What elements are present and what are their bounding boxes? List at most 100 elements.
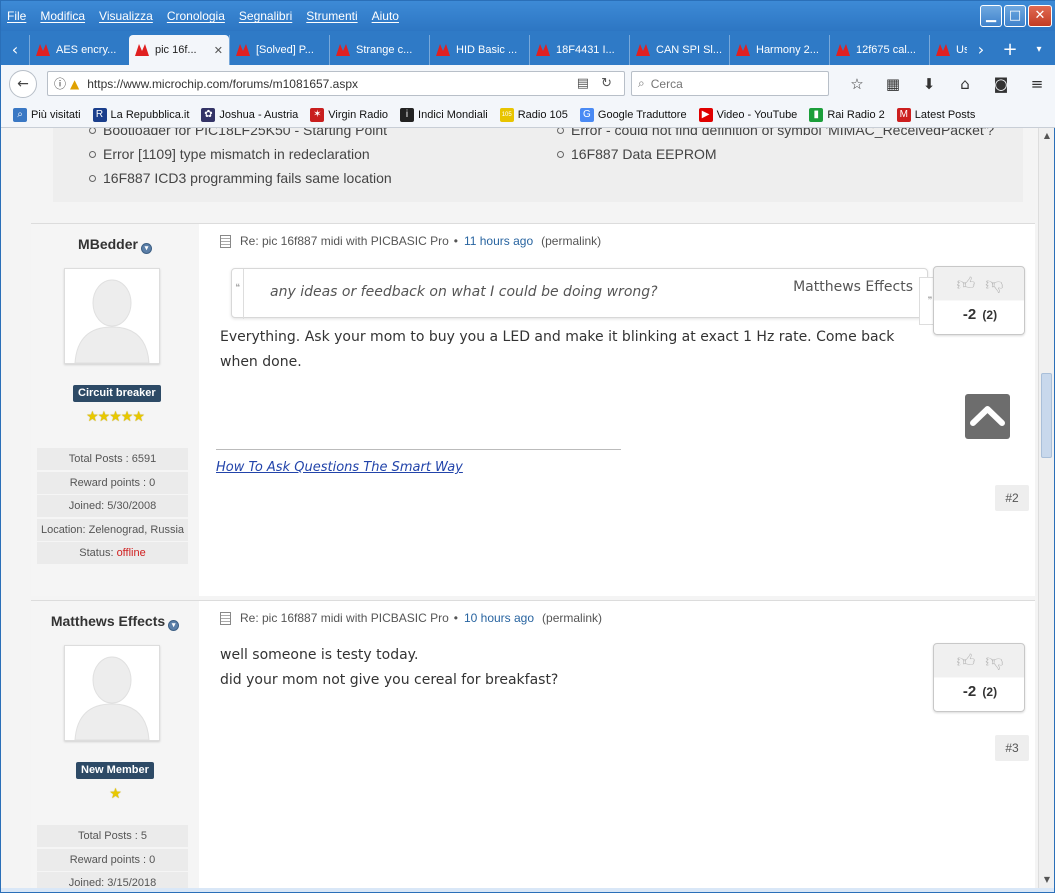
total-posts: Total Posts : 6591: [37, 448, 188, 470]
hamburger-menu-icon[interactable]: ≡: [1019, 73, 1055, 95]
tab-scroll-right-icon[interactable]: ›: [967, 35, 995, 65]
microchip-icon: [436, 44, 450, 56]
bookmark-item[interactable]: ✿ Joshua - Austria: [201, 108, 298, 122]
tab-us[interactable]: Us: [929, 35, 967, 65]
bookmark-item[interactable]: ✶ Virgin Radio: [310, 108, 388, 122]
signature-link[interactable]: How To Ask Questions The Smart Way: [216, 460, 463, 475]
avatar: [64, 645, 160, 741]
tab-close-icon[interactable]: ✕: [214, 44, 223, 57]
tab-pic16f[interactable]: pic 16f... ✕: [129, 35, 229, 65]
scroll-up-icon[interactable]: ▲: [1039, 128, 1055, 144]
author-menu-icon[interactable]: ▾: [168, 620, 180, 631]
search-box[interactable]: ⌕: [631, 71, 829, 96]
bookmark-item[interactable]: i Indici Mondiali: [400, 108, 488, 122]
menu-segnalibri[interactable]: Segnalibri: [239, 9, 292, 23]
radio105-icon: 105: [499, 108, 514, 122]
post-time[interactable]: 11 hours ago: [464, 234, 533, 248]
thumbs-down-icon[interactable]: 👎︎: [985, 650, 1003, 672]
menu-visualizza[interactable]: Visualizza: [99, 9, 153, 23]
library-icon[interactable]: ▦: [875, 73, 911, 95]
info-icon[interactable]: ⓘ: [54, 75, 66, 92]
forum-post: Matthews Effects ▾ New Member ★ Total Pos…: [31, 600, 1035, 888]
bookmark-item[interactable]: ⌕ Più visitati: [13, 108, 81, 122]
tab-scroll-left-icon[interactable]: ‹: [1, 35, 29, 65]
tab-solved[interactable]: [Solved] P...: [229, 35, 329, 65]
author-stats: Total Posts : 5 Reward points : 0 Joined…: [37, 825, 188, 888]
back-button[interactable]: ←: [9, 70, 37, 98]
tab-hid[interactable]: HID Basic ...: [429, 35, 529, 65]
tab-12f675[interactable]: 12f675 cal...: [829, 35, 929, 65]
related-topics: Bootloader for PIC18LF25K50 - Starting P…: [53, 128, 1023, 202]
microchip-icon: [936, 44, 950, 56]
tab-label: Strange c...: [356, 44, 413, 56]
menu-cronologia[interactable]: Cronologia: [167, 9, 225, 23]
page-content: Bootloader for PIC18LF25K50 - Starting P…: [1, 128, 1038, 888]
reader-view-icon[interactable]: ▤: [577, 76, 589, 91]
bookmark-star-icon[interactable]: ☆: [839, 73, 875, 95]
new-tab-button[interactable]: +: [995, 35, 1025, 65]
post-number[interactable]: #2: [995, 485, 1029, 511]
related-list-left: Bootloader for PIC18LF25K50 - Starting P…: [89, 128, 392, 190]
scroll-to-top-button[interactable]: [965, 394, 1010, 439]
related-link[interactable]: Error - could not find definition of sym…: [557, 128, 994, 142]
thumbs-up-icon[interactable]: 👍︎: [956, 650, 975, 672]
related-link[interactable]: Bootloader for PIC18LF25K50 - Starting P…: [89, 128, 392, 142]
menu-bar: File Modifica Visualizza Cronologia Segn…: [1, 1, 1055, 31]
tab-strange[interactable]: Strange c...: [329, 35, 429, 65]
related-link[interactable]: Error [1109] type mismatch in redeclarat…: [89, 142, 392, 166]
post-header: Re: pic 16f887 midi with PICBASIC Pro • …: [220, 234, 601, 248]
menu-modifica[interactable]: Modifica: [40, 9, 85, 23]
menu-file[interactable]: File: [7, 9, 26, 23]
download-icon[interactable]: ⬇: [911, 73, 947, 95]
related-link[interactable]: 16F887 ICD3 programming fails same locat…: [89, 166, 392, 190]
related-link[interactable]: 16F887 Data EEPROM: [557, 142, 994, 166]
author-name[interactable]: MBedder ▾: [31, 236, 199, 254]
browser-window: File Modifica Visualizza Cronologia Segn…: [0, 0, 1055, 893]
status: Status: offline: [37, 542, 188, 564]
permalink-link[interactable]: (permalink): [542, 611, 602, 625]
tab-can-spi[interactable]: CAN SPI Sl...: [629, 35, 729, 65]
thumbs-down-icon[interactable]: 👎︎: [985, 273, 1003, 295]
bookmark-item[interactable]: M Latest Posts: [896, 108, 975, 122]
search-input[interactable]: [650, 76, 811, 91]
search-icon: ⌕: [638, 76, 645, 90]
paw-icon: ✿: [201, 108, 216, 122]
inv-icon: i: [400, 108, 415, 122]
close-window-button[interactable]: ✕: [1028, 5, 1052, 27]
url-text[interactable]: https://www.microchip.com/forums/m108165…: [87, 77, 577, 91]
bookmark-item[interactable]: R La Repubblica.it: [92, 108, 189, 122]
scrollbar-thumb[interactable]: [1041, 373, 1052, 458]
menu-strumenti[interactable]: Strumenti: [306, 9, 357, 23]
permalink-link[interactable]: (permalink): [541, 234, 601, 248]
tab-aes[interactable]: AES encry...: [29, 35, 129, 65]
rank-badge: New Member: [76, 762, 154, 779]
bookmark-item[interactable]: 105 Radio 105: [499, 108, 568, 122]
tab-18f4431[interactable]: 18F4431 I...: [529, 35, 629, 65]
pocket-icon[interactable]: ◙: [983, 73, 1019, 95]
tab-harmony[interactable]: Harmony 2...: [729, 35, 829, 65]
microchip-icon: [536, 44, 550, 56]
bookmark-item[interactable]: ▶ Video - YouTube: [698, 108, 797, 122]
scroll-down-icon[interactable]: ▼: [1039, 872, 1055, 888]
bookmark-item[interactable]: ▮ Rai Radio 2: [809, 108, 885, 122]
bookmark-label: Più visitati: [31, 109, 81, 121]
minimize-button[interactable]: ▁: [980, 5, 1002, 27]
post-number[interactable]: #3: [995, 735, 1029, 761]
microchip-icon: [36, 44, 50, 56]
bookmark-item[interactable]: G Google Traduttore: [579, 108, 687, 122]
rating-stars: ★★★★★: [86, 409, 145, 425]
author-name[interactable]: Matthews Effects ▾: [31, 613, 199, 631]
signature-divider: [216, 449, 621, 450]
post-time[interactable]: 10 hours ago: [464, 611, 534, 625]
maximize-button[interactable]: □: [1004, 5, 1026, 27]
address-bar[interactable]: ⓘ ▲ https://www.microchip.com/forums/m10…: [47, 71, 625, 96]
tab-list-icon[interactable]: ▾: [1025, 35, 1053, 65]
reload-icon[interactable]: ↻: [601, 76, 612, 91]
menu-aiuto[interactable]: Aiuto: [372, 9, 399, 23]
thumbs-up-icon[interactable]: 👍︎: [956, 273, 975, 295]
vertical-scrollbar[interactable]: ▲ ▼: [1038, 128, 1054, 888]
location: Location: Zelenograd, Russia: [37, 518, 188, 541]
quote-open-icon: ❝: [232, 269, 244, 319]
home-icon[interactable]: ⌂: [947, 73, 983, 95]
author-menu-icon[interactable]: ▾: [140, 243, 152, 254]
